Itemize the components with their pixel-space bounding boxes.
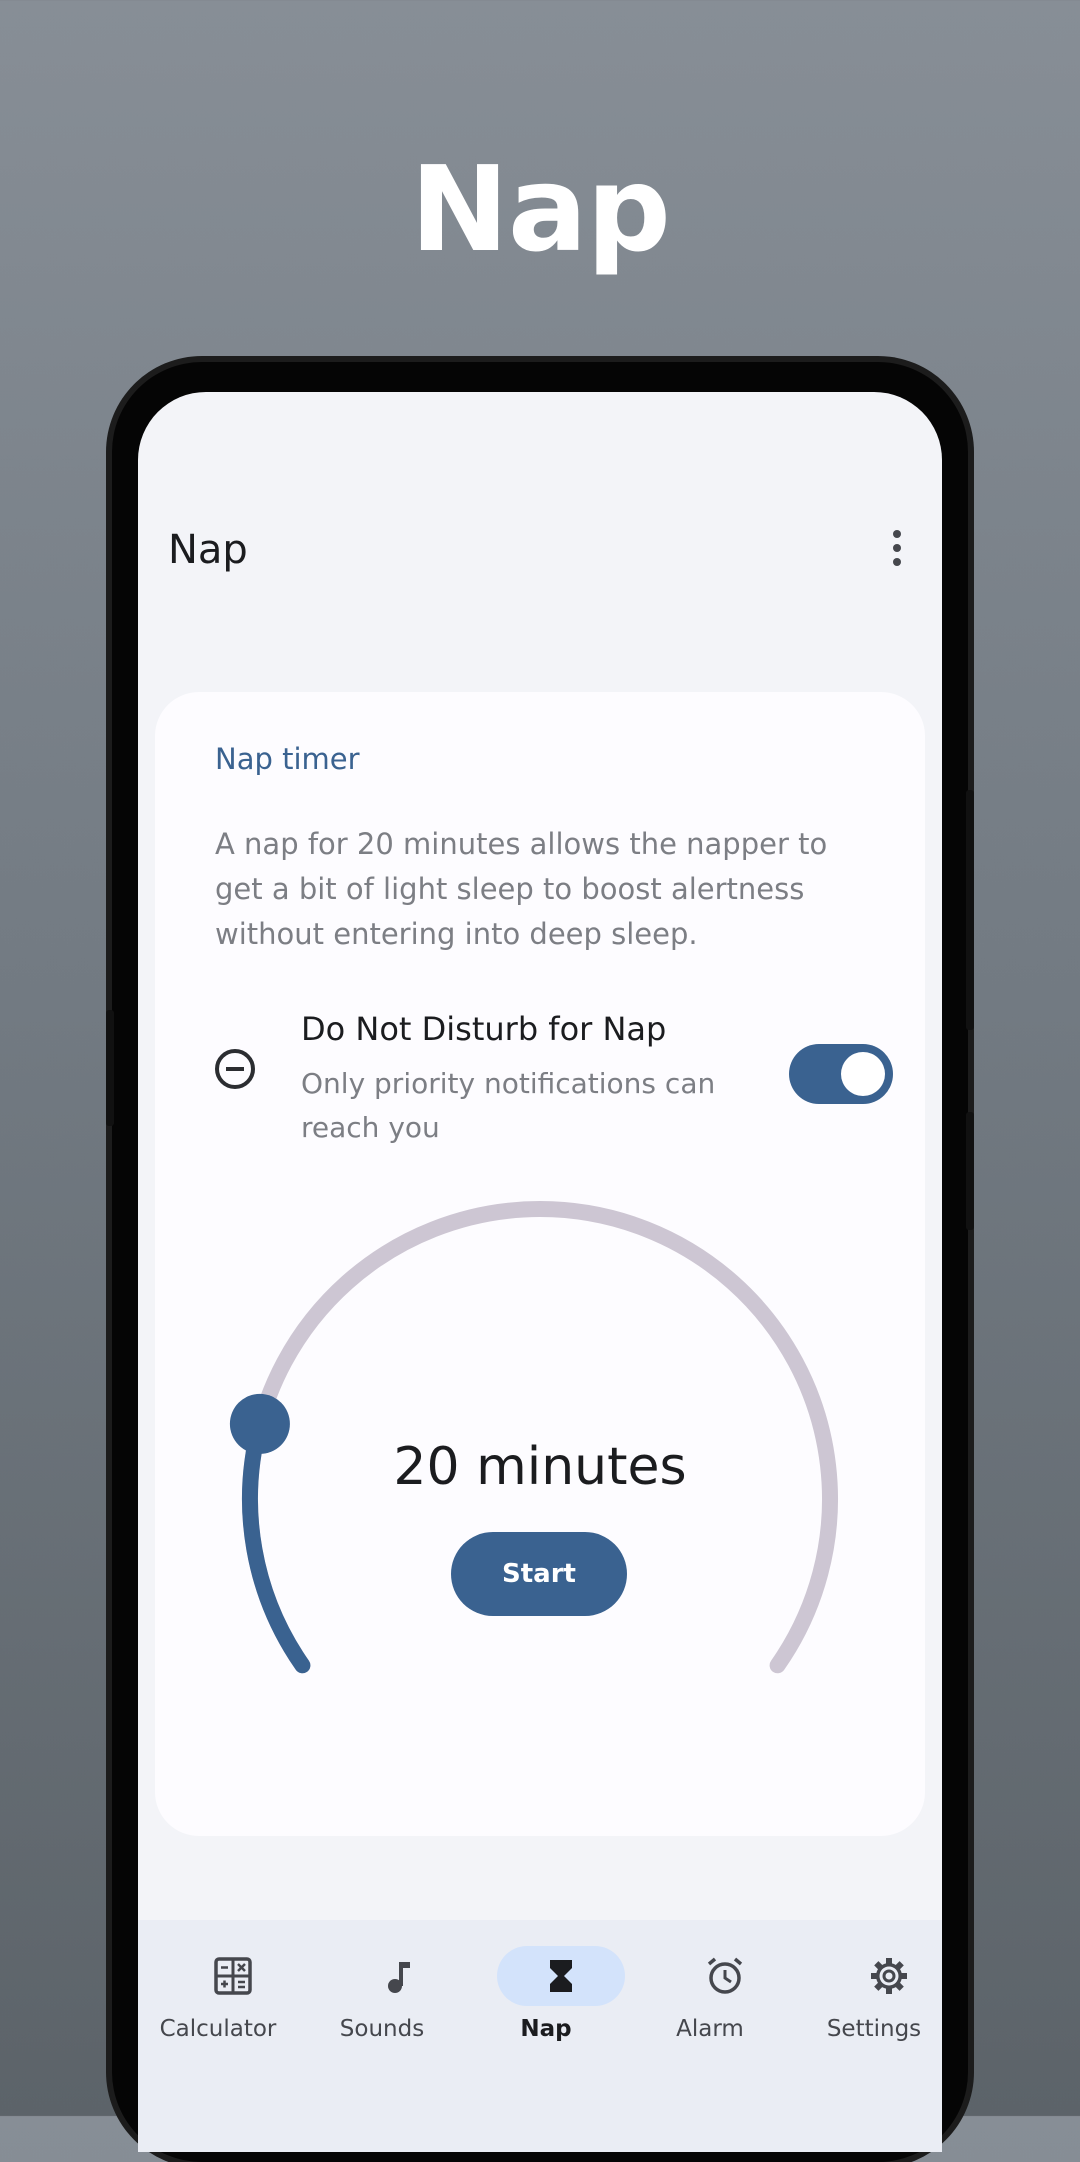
page-title: Nap [168,527,248,573]
timer-value: 20 minutes [393,1437,687,1497]
nap-timer-card: Nap timer A nap for 20 minutes allows th… [155,692,925,1836]
nav-item-sounds[interactable]: Sounds [302,1920,462,2060]
more-vert-icon[interactable] [890,530,904,570]
timer-dial[interactable] [155,692,925,1836]
calculator-icon [214,1957,252,1995]
music-note-icon [388,1962,410,1993]
nav-item-alarm[interactable]: Alarm [630,1920,790,2060]
phone-screen: Nap Nap timer A nap for 20 minutes allow… [138,392,942,2152]
nav-label-sounds: Sounds [339,2016,425,2042]
nav-item-settings[interactable]: Settings [794,1920,942,2060]
nav-label-alarm: Alarm [676,2016,744,2042]
nav-item-calculator[interactable]: Calculator [138,1920,298,2060]
phone-side-button-right-top [966,790,974,1030]
nav-item-nap[interactable]: Nap [466,1920,626,2060]
start-button[interactable]: Start [451,1532,627,1616]
hourglass-icon [550,1960,572,1992]
nav-label-nap: Nap [520,2016,572,2042]
alarm-clock-icon [707,1957,743,1994]
phone-side-button-left [106,1010,114,1126]
bottom-navigation: Calculator Sounds Nap Alarm Settings [138,1920,942,2152]
promo-headline: Nap [410,140,671,278]
phone-side-button-right-bottom [966,1112,974,1230]
nav-label-settings: Settings [826,2016,922,2042]
gear-icon [871,1958,907,1994]
